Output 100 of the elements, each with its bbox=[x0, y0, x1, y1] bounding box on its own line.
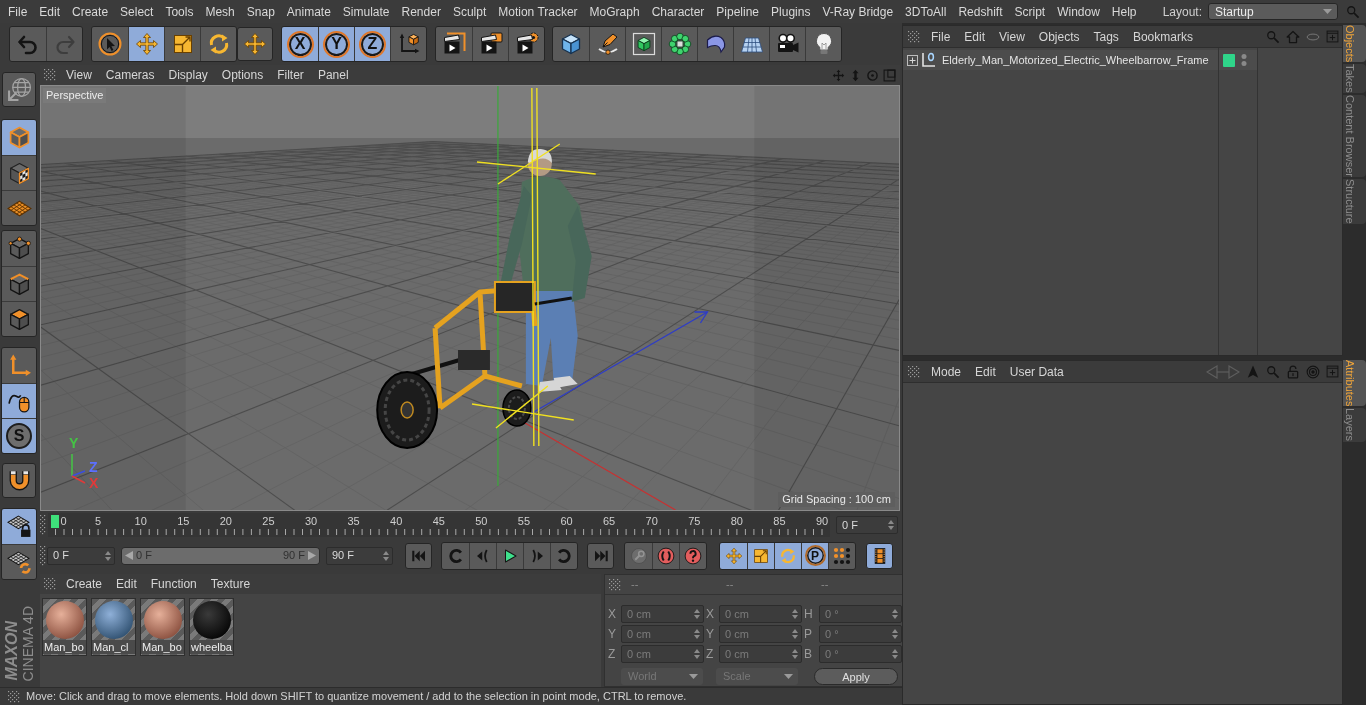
clapboard-window-button[interactable] bbox=[472, 27, 508, 61]
play-button[interactable] bbox=[496, 542, 523, 569]
clapboard-frame-button[interactable] bbox=[436, 27, 472, 61]
material-swatch[interactable]: Man_bo bbox=[42, 598, 87, 656]
light-bulb-button[interactable] bbox=[805, 27, 841, 61]
solo-button[interactable]: S bbox=[2, 418, 36, 453]
menu-item[interactable]: Objects bbox=[1031, 27, 1087, 46]
menu-item[interactable]: Redshift bbox=[952, 1, 1009, 22]
cube-outline-button[interactable] bbox=[2, 120, 36, 155]
side-tab[interactable]: Attributes bbox=[1343, 360, 1366, 407]
grid-plane-button[interactable] bbox=[2, 190, 36, 225]
cage-cube-button[interactable] bbox=[625, 27, 661, 61]
loop-back-button[interactable] bbox=[442, 542, 469, 569]
menu-item[interactable]: Tags bbox=[1086, 27, 1126, 46]
move-button[interactable] bbox=[128, 27, 164, 61]
menu-item[interactable]: V-Ray Bridge bbox=[816, 1, 900, 22]
menu-item[interactable]: Options bbox=[214, 66, 271, 84]
menu-item[interactable]: View bbox=[992, 27, 1032, 46]
menu-item[interactable]: File bbox=[924, 27, 958, 46]
globe-button[interactable] bbox=[2, 72, 36, 107]
menu-item[interactable]: Edit bbox=[33, 1, 67, 22]
circle-cluster-button[interactable] bbox=[661, 27, 697, 61]
menu-item[interactable]: Script bbox=[1008, 1, 1052, 22]
menu-item[interactable]: Sculpt bbox=[446, 1, 493, 22]
cube-face-button[interactable] bbox=[2, 301, 36, 336]
floor-plane-button[interactable] bbox=[733, 27, 769, 61]
layout-dropdown[interactable]: Startup bbox=[1208, 3, 1338, 20]
menu-item[interactable]: Animate bbox=[280, 1, 337, 22]
y-axis-button[interactable]: Y bbox=[318, 27, 354, 61]
menu-item[interactable]: Edit bbox=[957, 27, 993, 46]
record-button[interactable] bbox=[652, 542, 679, 569]
bent-shape-button[interactable] bbox=[697, 27, 733, 61]
p-key-button[interactable]: P bbox=[801, 542, 828, 569]
help-button[interactable] bbox=[679, 542, 706, 569]
menu-item[interactable]: Filter bbox=[270, 66, 311, 84]
camera-button[interactable] bbox=[769, 27, 805, 61]
menu-item[interactable]: Edit bbox=[109, 575, 144, 593]
side-tab[interactable]: Content Browser bbox=[1343, 95, 1366, 177]
cube-button[interactable] bbox=[553, 27, 589, 61]
tiled-cube-button[interactable] bbox=[2, 155, 36, 190]
dots-grid-button[interactable] bbox=[828, 542, 855, 569]
scale-button[interactable] bbox=[164, 27, 200, 61]
menu-item[interactable]: Tools bbox=[159, 1, 200, 22]
z-axis-button[interactable]: Z bbox=[354, 27, 390, 61]
menu-item[interactable]: Simulate bbox=[336, 1, 396, 22]
side-tab[interactable]: Objects bbox=[1343, 25, 1366, 63]
film-strip-button[interactable] bbox=[866, 542, 893, 569]
menu-item[interactable]: Select bbox=[114, 1, 160, 22]
number-field[interactable]: 0 F bbox=[836, 516, 898, 534]
skip-start-button[interactable] bbox=[405, 542, 432, 569]
skip-end-button[interactable] bbox=[587, 542, 614, 569]
playhead[interactable] bbox=[50, 515, 59, 528]
menu-item[interactable]: Mode bbox=[924, 362, 969, 381]
menu-item[interactable]: Motion Tracker bbox=[492, 1, 584, 22]
timeline-ruler[interactable]: 0 5 10 15 20 25 30 35 40 45 50 55 60 65 70 75 80 85 90 bbox=[48, 513, 830, 537]
undo-button[interactable] bbox=[10, 27, 46, 61]
object-row[interactable]: Elderly_Man_Motorized_Electric_Wheelbarrow_Frame bbox=[903, 50, 1218, 70]
rotate-button[interactable] bbox=[774, 542, 801, 569]
clapboard-gear-button[interactable] bbox=[508, 27, 544, 61]
number-field[interactable]: 90 F bbox=[326, 546, 393, 565]
cube-edges-button[interactable] bbox=[2, 266, 36, 301]
scale-button[interactable] bbox=[747, 542, 774, 569]
menu-item[interactable]: Window bbox=[1051, 1, 1106, 22]
menu-item[interactable]: MoGraph bbox=[583, 1, 646, 22]
cube-points-button[interactable] bbox=[2, 231, 36, 266]
menu-item[interactable]: Texture bbox=[203, 575, 258, 593]
pointer-button[interactable] bbox=[92, 27, 128, 61]
pen-curve-button[interactable] bbox=[589, 27, 625, 61]
menu-item[interactable]: File bbox=[2, 1, 34, 22]
grid-lock-button[interactable] bbox=[2, 509, 36, 544]
menu-item[interactable]: Plugins bbox=[765, 1, 817, 22]
menu-item[interactable]: Create bbox=[66, 1, 115, 22]
menu-item[interactable]: Help bbox=[1105, 1, 1143, 22]
menu-item[interactable]: Display bbox=[161, 66, 215, 84]
menu-item[interactable]: Create bbox=[59, 575, 110, 593]
menu-item[interactable]: Mesh bbox=[199, 1, 241, 22]
menu-item[interactable]: Panel bbox=[310, 66, 356, 84]
loop-forward-button[interactable] bbox=[550, 542, 577, 569]
menu-item[interactable]: Cameras bbox=[98, 66, 162, 84]
menu-item[interactable]: Bookmarks bbox=[1125, 27, 1200, 46]
menu-item[interactable]: Render bbox=[395, 1, 447, 22]
side-tab[interactable]: Structure bbox=[1343, 179, 1366, 224]
magnet-button[interactable] bbox=[2, 463, 36, 498]
menu-item[interactable]: User Data bbox=[1002, 362, 1071, 381]
number-field[interactable]: 0 F bbox=[47, 546, 115, 565]
menu-item[interactable]: 3DToAll bbox=[899, 1, 953, 22]
move-button[interactable] bbox=[237, 27, 273, 61]
material-swatch[interactable]: Man_bo bbox=[140, 598, 185, 656]
menu-item[interactable]: View bbox=[59, 66, 99, 84]
material-swatch[interactable]: Man_cl bbox=[91, 598, 136, 656]
x-axis-button[interactable]: X bbox=[282, 27, 318, 61]
move-button[interactable] bbox=[720, 542, 747, 569]
grid-rotate-button[interactable] bbox=[2, 544, 36, 579]
menu-item[interactable]: Character bbox=[645, 1, 711, 22]
rotate-button[interactable] bbox=[200, 27, 236, 61]
material-swatch[interactable]: wheelba bbox=[189, 598, 234, 656]
axes-cube-button[interactable] bbox=[390, 27, 426, 61]
menu-item[interactable]: Edit bbox=[968, 362, 1003, 381]
mouse-button[interactable] bbox=[2, 383, 36, 418]
menu-item[interactable]: Pipeline bbox=[710, 1, 766, 22]
